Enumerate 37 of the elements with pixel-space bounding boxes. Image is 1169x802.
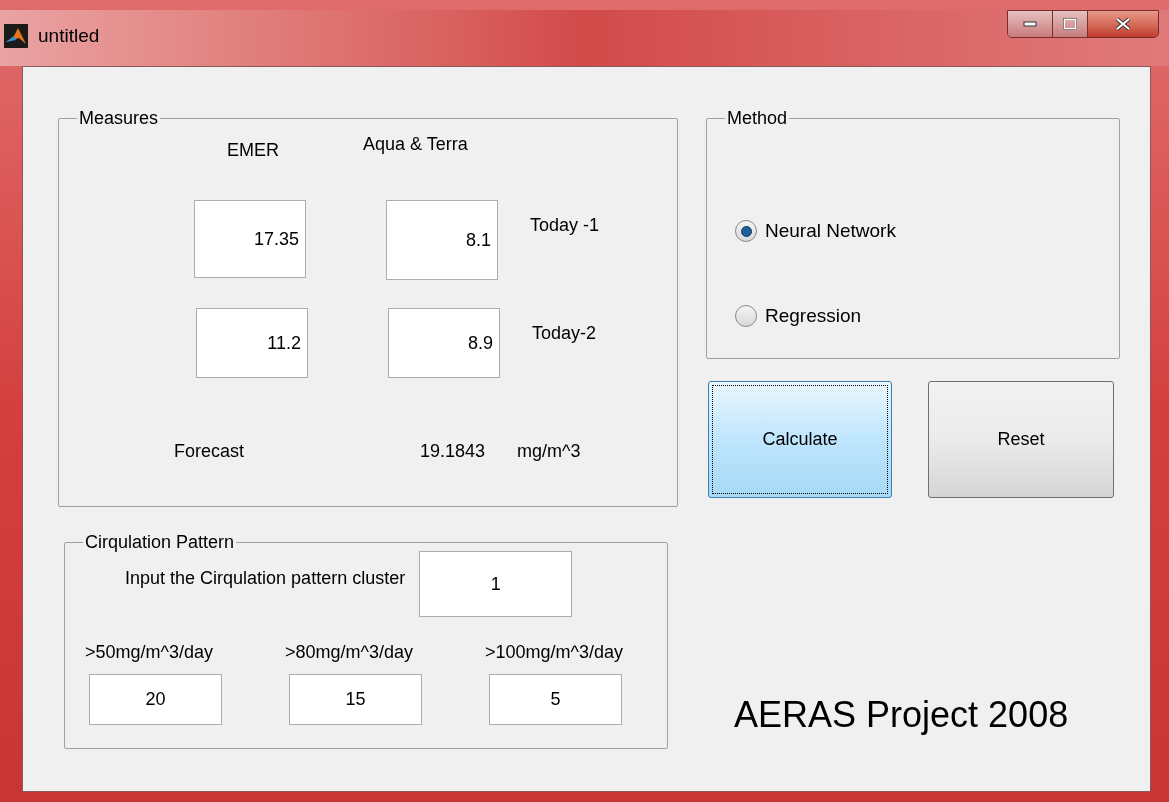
close-button[interactable]: [1088, 11, 1158, 37]
column-header: Aqua & Terra: [363, 133, 468, 156]
panel-title: Measures: [78, 109, 160, 127]
cluster-label: Input the Cirqulation pattern cluster: [125, 567, 406, 590]
input-field[interactable]: 8.9: [388, 308, 500, 378]
forecast-label: Forecast: [174, 440, 245, 463]
forecast-unit: mg/m^3: [517, 440, 582, 463]
row-label: Today-2: [532, 322, 597, 345]
maximize-button[interactable]: [1053, 11, 1088, 37]
column-header: EMER: [227, 139, 279, 162]
radio-button[interactable]: [735, 220, 757, 243]
input-field[interactable]: 5: [489, 674, 622, 725]
close-icon: [1115, 17, 1131, 31]
input-field[interactable]: 17.35: [194, 200, 306, 278]
radio-label: Neural Network: [765, 219, 896, 243]
maximize-icon: [1063, 18, 1077, 30]
input-field[interactable]: 1: [419, 551, 573, 617]
project-caption: AERAS Project 2008: [734, 693, 1070, 737]
window-title: untitled: [38, 24, 100, 48]
action-button[interactable]: Calculate: [708, 381, 892, 498]
radio-button[interactable]: [735, 304, 757, 327]
input-field[interactable]: 8.1: [386, 200, 498, 280]
action-button[interactable]: Reset: [928, 381, 1114, 498]
input-field[interactable]: 20: [89, 674, 222, 725]
minimize-button[interactable]: [1008, 11, 1053, 37]
minimize-icon: [1023, 21, 1037, 27]
threshold-label: >50mg/m^3/day: [85, 641, 214, 664]
panel-title: Method: [726, 109, 789, 127]
panel-title: Cirqulation Pattern: [84, 533, 236, 551]
radio-label: Regression: [765, 303, 862, 328]
input-field[interactable]: 11.2: [196, 308, 308, 378]
input-field[interactable]: 15: [289, 674, 422, 725]
threshold-label: >80mg/m^3/day: [285, 641, 414, 664]
threshold-label: >100mg/m^3/day: [485, 641, 625, 664]
app-logo-icon: [4, 24, 28, 49]
forecast-value: 19.1843: [418, 440, 485, 463]
row-label: Today -1: [530, 214, 600, 237]
